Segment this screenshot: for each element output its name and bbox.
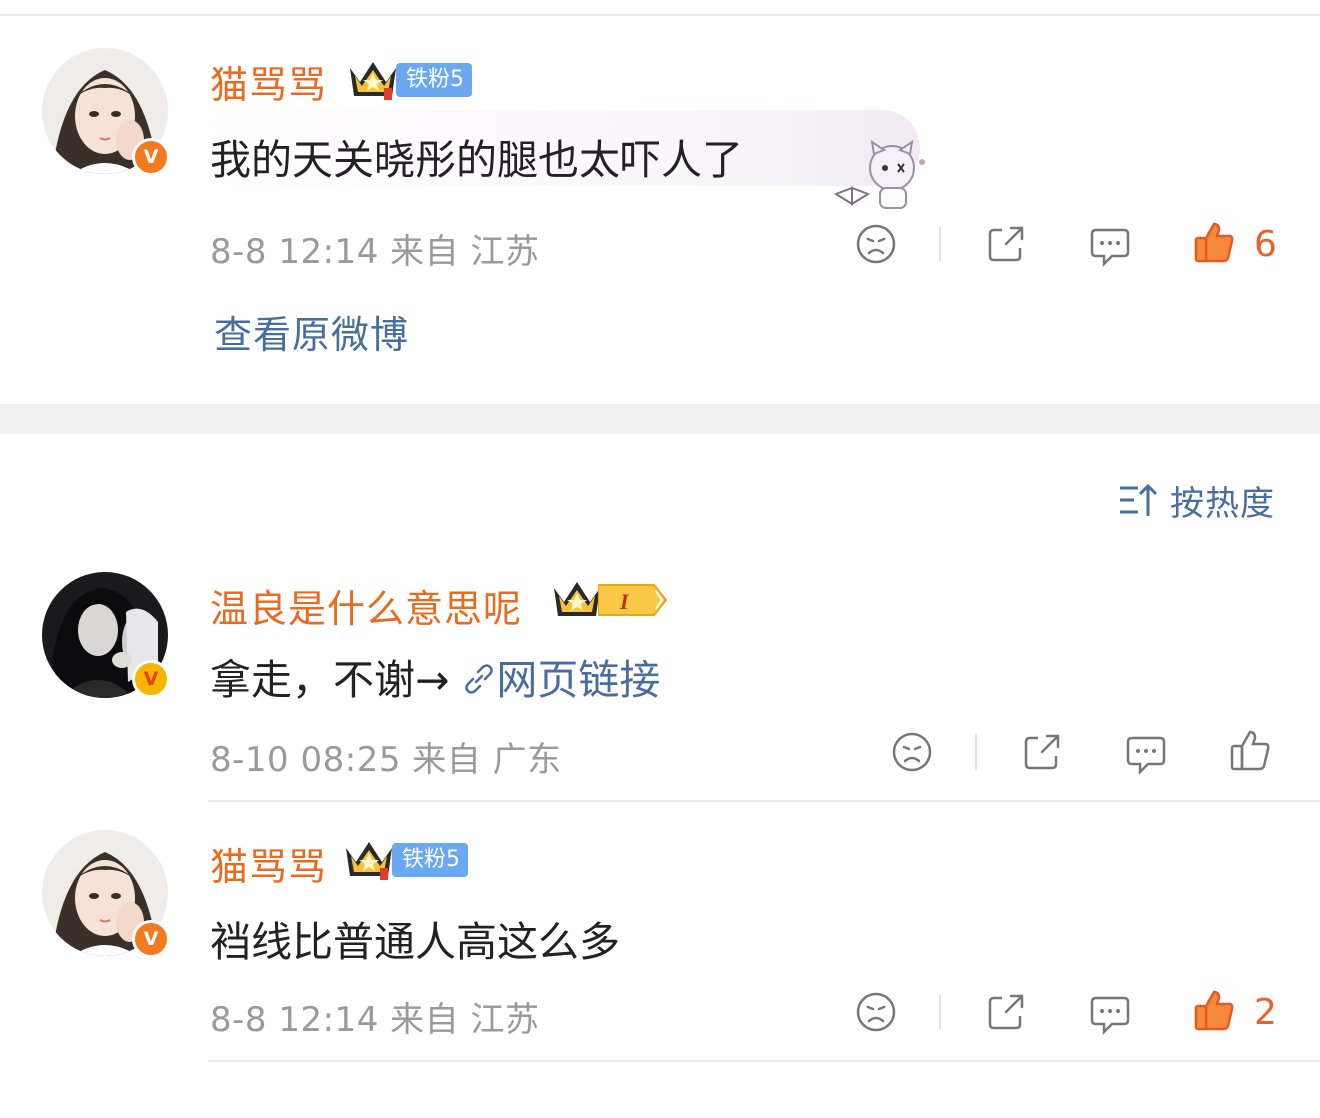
comment-separator [208, 800, 1320, 802]
crown-icon [350, 62, 396, 100]
username[interactable]: 猫骂骂 [210, 54, 327, 109]
comment-date: 8-8 12:14 [210, 232, 379, 272]
like-icon[interactable] [1192, 220, 1236, 264]
web-link-label: 网页链接 [496, 656, 661, 704]
comment-text: 我的天关晓彤的腿也太吓人了 [210, 136, 743, 184]
comment-meta: 8-8 12:14 来自 江苏 [210, 992, 539, 1041]
cat-sticker-icon [833, 139, 925, 209]
comment-date: 8-10 08:25 [210, 740, 401, 780]
sort-label: 按热度 [1170, 483, 1275, 524]
fan-badge: 铁粉5 [392, 843, 468, 877]
action-divider [939, 994, 941, 1030]
share-icon[interactable] [984, 990, 1028, 1034]
dislike-icon[interactable] [890, 730, 934, 774]
sort-button[interactable]: 按热度 [1118, 478, 1275, 524]
crown-icon [346, 842, 392, 880]
web-link[interactable]: 网页链接 [462, 656, 660, 704]
comment-text: 拿走，不谢→ 网页链接 [210, 646, 660, 706]
comment-text: 裆线比普通人高这么多 [210, 918, 620, 966]
comment-meta: 8-8 12:14 来自 江苏 [210, 224, 539, 273]
action-divider [939, 226, 941, 262]
v-verified-icon: V [132, 660, 170, 698]
svg-text:I: I [619, 589, 630, 614]
section-divider [0, 404, 1320, 434]
action-divider [975, 734, 977, 770]
comment-icon[interactable] [1088, 224, 1132, 268]
dislike-icon[interactable] [854, 222, 898, 266]
dislike-icon[interactable] [854, 990, 898, 1034]
crown-icon [554, 582, 600, 616]
sort-icon [1120, 483, 1158, 516]
like-count: 2 [1254, 992, 1277, 1033]
like-count: 6 [1254, 224, 1277, 265]
like-icon[interactable] [1228, 728, 1272, 772]
username[interactable]: 猫骂骂 [210, 836, 327, 891]
comment-location: 来自 江苏 [390, 232, 540, 272]
comment-meta: 8-10 08:25 来自 广东 [210, 732, 562, 781]
level-tag-icon: I [598, 584, 668, 616]
top-divider [0, 14, 1320, 16]
fan-badge: 铁粉5 [396, 63, 472, 97]
comment-date: 8-8 12:14 [210, 1000, 379, 1040]
comment-icon[interactable] [1124, 732, 1168, 776]
share-icon[interactable] [1020, 730, 1064, 774]
comment-icon[interactable] [1088, 992, 1132, 1036]
view-original-link[interactable]: 查看原微博 [214, 304, 409, 359]
comment-separator [208, 1060, 1320, 1062]
link-icon [465, 664, 494, 694]
share-icon[interactable] [984, 222, 1028, 266]
v-verified-icon: V [132, 138, 170, 176]
comment-location: 来自 江苏 [390, 1000, 540, 1040]
like-icon[interactable] [1192, 988, 1236, 1032]
username[interactable]: 温良是什么意思呢 [210, 578, 522, 633]
comment-location: 来自 广东 [412, 740, 562, 780]
comment-text-prefix: 拿走，不谢→ [210, 656, 450, 704]
v-verified-icon: V [132, 920, 170, 958]
